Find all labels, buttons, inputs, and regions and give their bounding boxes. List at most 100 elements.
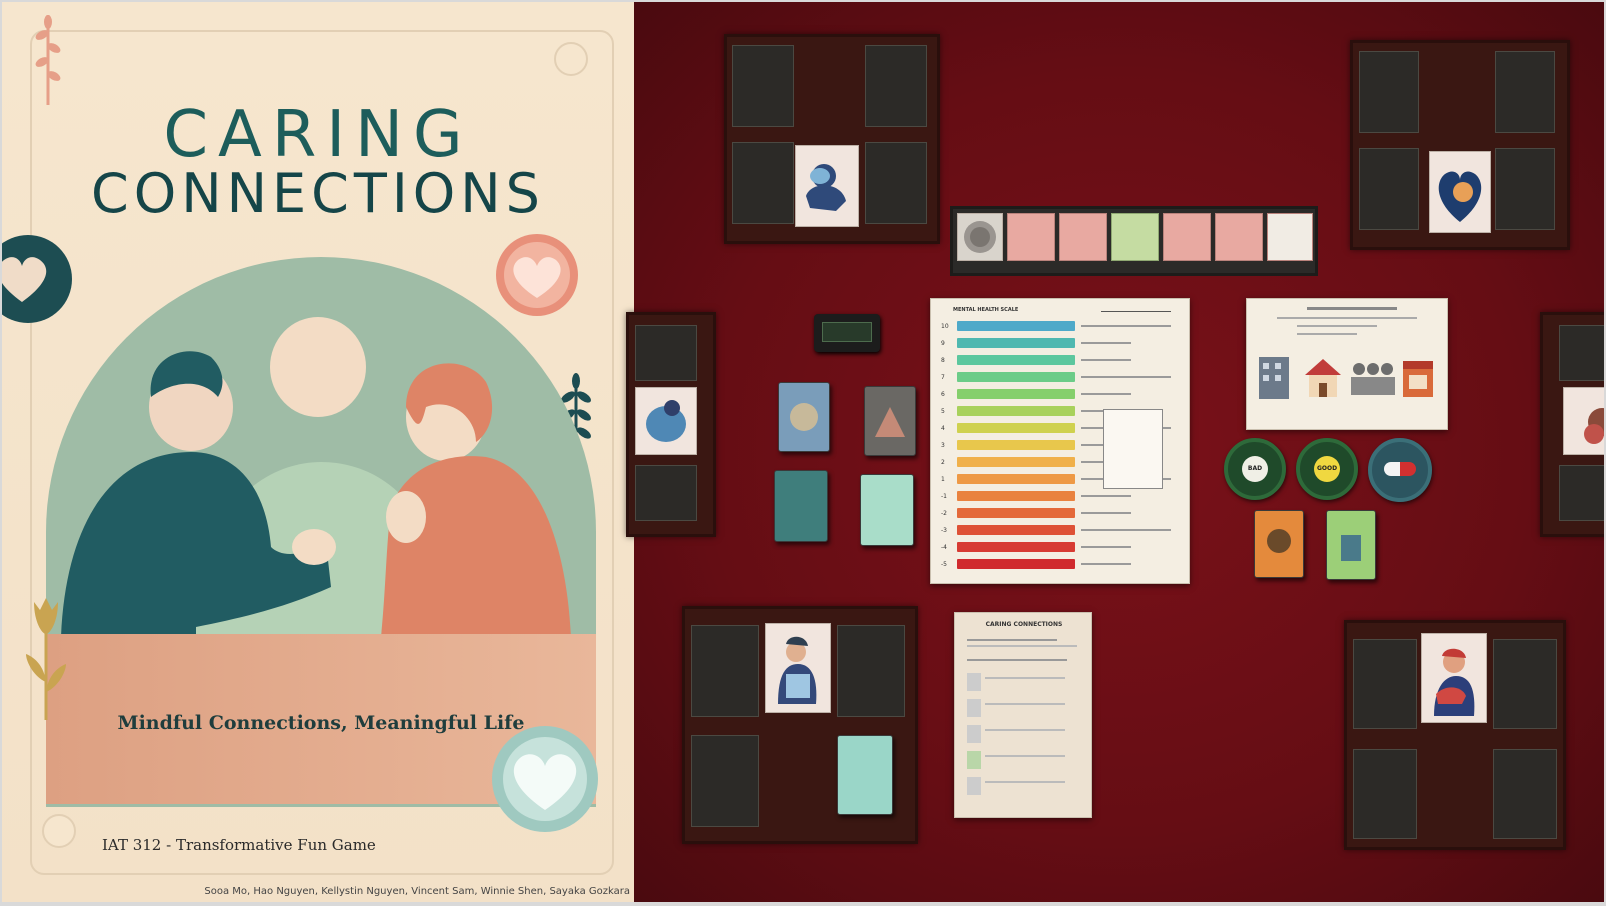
scale-level-bar[interactable]	[957, 389, 1075, 399]
tray-card[interactable]	[1007, 213, 1055, 261]
scale-level-bar[interactable]	[957, 321, 1075, 331]
player-board-bottom-left[interactable]	[682, 606, 918, 844]
board-slot[interactable]	[1559, 465, 1604, 521]
board-slot[interactable]	[1353, 749, 1417, 839]
player-character-card[interactable]	[1429, 151, 1491, 233]
scale-level-bar[interactable]	[957, 406, 1075, 416]
game-poster: CARING CONNECTIONS Mindful Connections, …	[2, 2, 634, 902]
deck-grey[interactable]	[864, 386, 916, 456]
scale-level-description	[1081, 393, 1131, 395]
scale-level-bar[interactable]	[957, 491, 1075, 501]
player-character-card[interactable]	[1421, 633, 1487, 723]
scale-level-bar[interactable]	[957, 508, 1075, 518]
scale-level-number: -3	[941, 527, 947, 534]
scale-level-description	[1081, 546, 1131, 548]
board-slot[interactable]	[691, 735, 759, 827]
board-slot[interactable]	[1493, 749, 1557, 839]
scale-level-description	[1081, 325, 1171, 327]
poster-authors: Sooa Mo, Hao Nguyen, Kellystin Nguyen, V…	[204, 886, 630, 897]
scale-level-bar[interactable]	[957, 457, 1075, 467]
token-pill[interactable]	[1368, 438, 1432, 502]
scale-level-bar[interactable]	[957, 355, 1075, 365]
personal-deck-card[interactable]	[837, 735, 893, 815]
scale-level-bar[interactable]	[957, 338, 1075, 348]
scale-level-bar[interactable]	[957, 559, 1075, 569]
board-slot[interactable]	[635, 325, 697, 381]
scale-level-description	[1081, 342, 1131, 344]
deck-green[interactable]	[1326, 510, 1376, 580]
deck-blue[interactable]	[778, 382, 830, 452]
board-slot[interactable]	[1495, 51, 1555, 133]
scale-level-bar[interactable]	[957, 525, 1075, 535]
scale-level-bar[interactable]	[957, 474, 1075, 484]
heart-badge-right-icon	[496, 234, 578, 316]
environment-illustrations	[1259, 307, 1433, 399]
board-slot[interactable]	[691, 625, 759, 717]
player-board-top-left[interactable]	[724, 34, 940, 244]
board-slot[interactable]	[837, 625, 905, 717]
rules-sheet[interactable]: CARING CONNECTIONS	[954, 612, 1092, 818]
status-card-tray	[950, 206, 1318, 276]
scale-level-description	[1081, 529, 1171, 531]
scale-level-number: 6	[941, 391, 945, 398]
marker-placement-box[interactable]	[1103, 409, 1163, 489]
player-board-bottom-right[interactable]	[1344, 620, 1566, 850]
board-slot[interactable]	[1493, 639, 1557, 729]
scale-level-bar[interactable]	[957, 440, 1075, 450]
heart-badge-left-icon	[2, 235, 72, 323]
board-slot[interactable]	[1495, 148, 1555, 230]
board-slot[interactable]	[1559, 325, 1604, 381]
tray-card[interactable]	[1163, 213, 1211, 261]
board-slot[interactable]	[1353, 639, 1417, 729]
tray-card[interactable]	[1215, 213, 1263, 261]
scale-level-description	[1081, 495, 1131, 497]
scale-level-number: 2	[941, 459, 945, 466]
token-good-label: GOOD	[1314, 456, 1340, 482]
scale-level-bar[interactable]	[957, 423, 1075, 433]
mental-health-scale-sheet[interactable]: MENTAL HEALTH SCALE 10 9 8 7 6 5 4 3 2 1 -1 -2 -3 -4 -…	[930, 298, 1190, 584]
tray-card[interactable]	[957, 213, 1003, 261]
scale-level-description	[1081, 512, 1131, 514]
player-character-card[interactable]	[1563, 387, 1604, 455]
board-slot[interactable]	[865, 142, 927, 224]
scale-level-bar[interactable]	[957, 542, 1075, 552]
token-bad-label: BAD	[1242, 456, 1268, 482]
player-character-card[interactable]	[795, 145, 859, 227]
pill-icon	[1384, 462, 1416, 476]
environment-sheet[interactable]	[1246, 298, 1448, 430]
deck-mint[interactable]	[860, 474, 914, 546]
board-slot[interactable]	[1359, 51, 1419, 133]
tray-card[interactable]	[1267, 213, 1313, 261]
player-character-card[interactable]	[635, 387, 697, 455]
round-timer[interactable]	[814, 314, 880, 352]
board-slot[interactable]	[732, 142, 794, 224]
scale-level-bar[interactable]	[957, 372, 1075, 382]
scale-level-number: 8	[941, 357, 945, 364]
scale-level-number: -2	[941, 510, 947, 517]
scale-level-number: 1	[941, 476, 945, 483]
board-slot[interactable]	[1359, 148, 1419, 230]
token-good[interactable]: GOOD	[1296, 438, 1358, 500]
board-slot[interactable]	[635, 465, 697, 521]
player-board-top-right[interactable]	[1350, 40, 1570, 250]
scale-level-number: 10	[941, 323, 949, 330]
corner-ring-top-right	[554, 42, 588, 76]
deck-teal[interactable]	[774, 470, 828, 542]
player-board-left[interactable]	[626, 312, 716, 537]
board-slot[interactable]	[865, 45, 927, 127]
screenshot-frame: CARING CONNECTIONS Mindful Connections, …	[2, 2, 1604, 902]
player-board-right[interactable]	[1540, 312, 1604, 537]
player-character-card[interactable]	[765, 623, 831, 713]
board-slot[interactable]	[732, 45, 794, 127]
tray-card[interactable]	[1111, 213, 1159, 261]
scale-level-description	[1081, 563, 1131, 565]
deck-orange[interactable]	[1254, 510, 1304, 578]
tray-card[interactable]	[1059, 213, 1107, 261]
token-bad[interactable]: BAD	[1224, 438, 1286, 500]
poster-title-line1: CARING	[163, 98, 473, 172]
heart-badge-bottom-icon	[492, 726, 598, 832]
leaf-sprig-icon	[35, 15, 61, 105]
tulip-icon	[26, 598, 66, 720]
poster-title-line2: CONNECTIONS	[91, 162, 545, 225]
scale-sheet-rule	[1101, 311, 1171, 312]
